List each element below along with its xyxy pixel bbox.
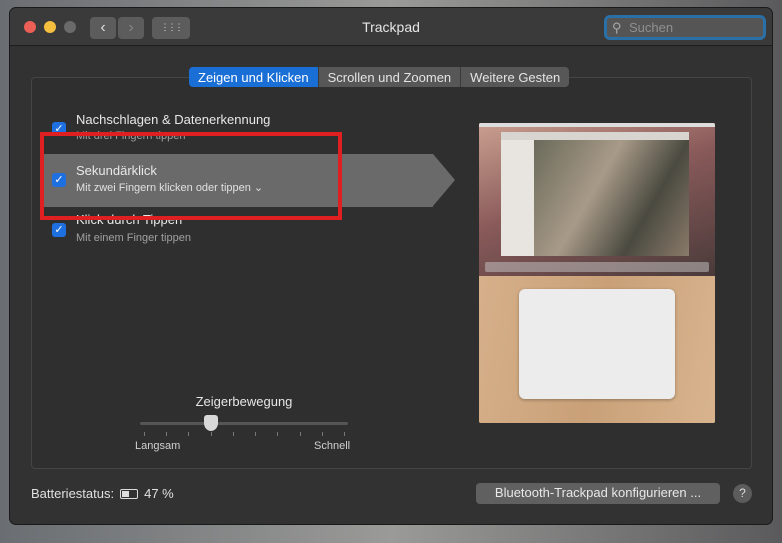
battery-label: Batteriestatus: (31, 486, 115, 501)
slider-max-label: Schnell (314, 440, 351, 452)
tracking-speed-slider[interactable] (140, 415, 348, 436)
tab-weitere-gesten[interactable]: Weitere Gesten (460, 67, 570, 87)
slider-label: Zeigerbewegung (195, 394, 293, 409)
preview-desk (479, 276, 715, 423)
trackpad-illustration (519, 289, 675, 399)
battery-icon (120, 488, 139, 499)
slider-tick (166, 432, 168, 436)
slider-thumb[interactable] (203, 415, 218, 431)
battery-status: Batteriestatus: 47 % (31, 486, 174, 501)
slider-tick (144, 432, 145, 436)
preview-screen-image (479, 123, 715, 276)
configure-bluetooth-trackpad-button[interactable]: Bluetooth-Trackpad konfigurieren ... (476, 483, 720, 504)
tab-bar: Zeigen und Klicken Scrollen und Zoomen W… (189, 67, 570, 87)
gesture-preview (479, 123, 715, 423)
checkbox-klick-durch-tippen[interactable]: ✓ (52, 223, 66, 237)
help-button[interactable]: ? (733, 484, 752, 503)
trackpad-window: ‹ › ⋮⋮⋮ Trackpad ⚲ Suchen Zeigen und Klic… (10, 8, 772, 524)
tab-zeigen-und-klicken[interactable]: Zeigen und Klicken (189, 67, 318, 87)
title-bar: ‹ › ⋮⋮⋮ Trackpad ⚲ Suchen (10, 8, 772, 46)
slider-tick (299, 432, 301, 436)
search-input[interactable]: ⚲ Suchen (604, 15, 766, 40)
battery-value: 47 % (144, 486, 174, 501)
slider-tick (321, 432, 323, 436)
search-icon: ⚲ (612, 20, 622, 35)
option-subtitle: Mit einem Finger tippen (76, 232, 191, 244)
slider-tick (188, 432, 190, 436)
option-title: Nachschlagen & Datenerkennung (76, 112, 271, 127)
slider-tick (232, 432, 234, 436)
slider-tick (277, 432, 279, 436)
slider-tick (344, 432, 345, 436)
slider-min-label: Langsam (135, 440, 181, 452)
search-placeholder: Suchen (629, 20, 674, 35)
slider-tick (210, 432, 212, 436)
slider-tick (255, 432, 257, 436)
tab-scrollen-und-zoomen[interactable]: Scrollen und Zoomen (317, 67, 461, 87)
annotation-highlight-box (40, 132, 342, 220)
